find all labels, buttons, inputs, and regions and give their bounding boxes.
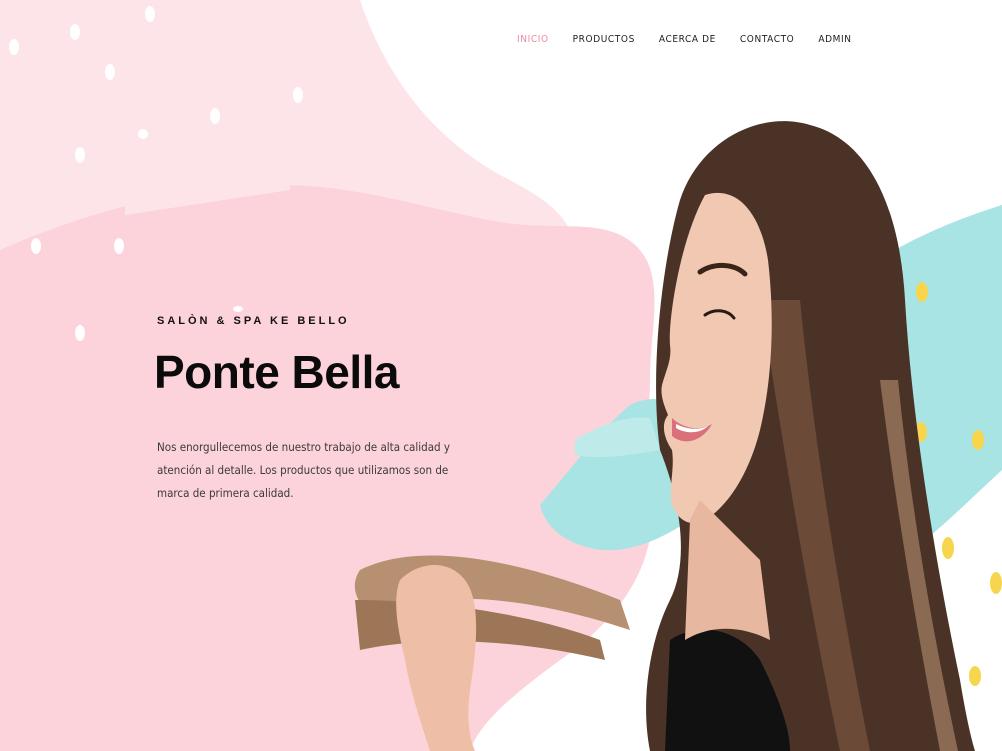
hero-page: INICIO PRODUCTOS ACERCA DE CONTACTO ADMI… <box>0 0 1002 751</box>
hero-background-art <box>0 0 1002 751</box>
main-navigation: INICIO PRODUCTOS ACERCA DE CONTACTO ADMI… <box>500 34 876 50</box>
hero-eyebrow: SALÒN & SPA KE BELLO <box>157 315 350 327</box>
nav-item-productos[interactable]: PRODUCTOS <box>573 34 635 50</box>
hero-description: Nos enorgullecemos de nuestro trabajo de… <box>157 440 451 500</box>
nav-item-acerca-de[interactable]: ACERCA DE <box>659 34 716 50</box>
nav-item-inicio[interactable]: INICIO <box>517 34 549 50</box>
nav-item-contacto[interactable]: CONTACTO <box>740 34 794 50</box>
hero-title: Ponte Bella <box>154 346 400 398</box>
nav-item-admin[interactable]: ADMIN <box>818 34 851 50</box>
